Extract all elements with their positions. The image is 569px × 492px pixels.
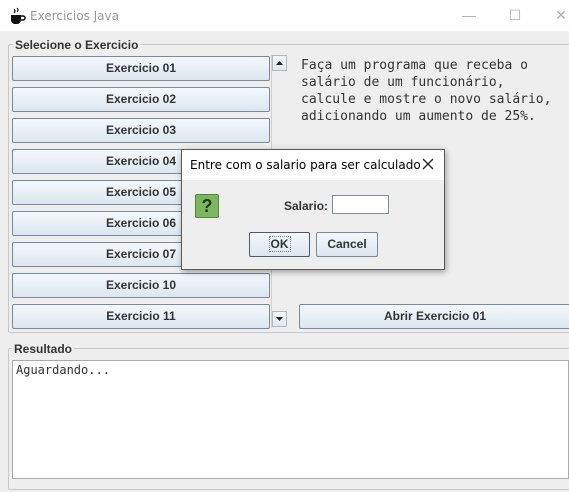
java-cup-icon bbox=[11, 7, 26, 24]
title-bar: Exercicios Java — ☐ ✕ bbox=[0, 0, 569, 31]
close-icon: ✕ bbox=[555, 7, 567, 23]
dialog-title: Entre com o salario para ser calculado bbox=[190, 158, 421, 172]
exercise-group-title: Selecione o Exercicio bbox=[13, 38, 141, 52]
question-icon: ? bbox=[195, 194, 219, 218]
exercise-11-button[interactable]: Exercicio 11 bbox=[12, 304, 270, 329]
scroll-up-button[interactable] bbox=[272, 55, 287, 71]
exercise-02-button[interactable]: Exercicio 02 bbox=[12, 87, 270, 112]
cancel-button[interactable]: Cancel bbox=[316, 232, 378, 257]
dialog-close-button[interactable] bbox=[418, 154, 438, 174]
open-exercise-button[interactable]: Abrir Exercicio 01 bbox=[299, 304, 569, 329]
ok-button[interactable]: OK bbox=[249, 232, 310, 257]
ok-button-label: OK bbox=[268, 236, 291, 252]
arrow-down-icon bbox=[276, 317, 283, 321]
minimize-button[interactable]: — bbox=[446, 0, 492, 31]
dialog-title-bar: Entre com o salario para ser calculado bbox=[182, 150, 444, 180]
exercise-10-button[interactable]: Exercicio 10 bbox=[12, 273, 270, 298]
salary-label: Salario: bbox=[284, 199, 329, 213]
maximize-icon: ☐ bbox=[508, 7, 522, 23]
salary-input-dialog: Entre com o salario para ser calculado ?… bbox=[181, 149, 445, 270]
maximize-button[interactable]: ☐ bbox=[492, 0, 538, 31]
arrow-up-icon bbox=[276, 61, 283, 65]
exercise-description: Faça um programa que receba o salário de… bbox=[301, 58, 552, 124]
result-group-title: Resultado bbox=[12, 342, 75, 356]
exercise-03-button[interactable]: Exercicio 03 bbox=[12, 118, 270, 143]
close-icon bbox=[422, 158, 434, 170]
exercise-01-button[interactable]: Exercicio 01 bbox=[12, 56, 270, 81]
window-title: Exercicios Java bbox=[30, 9, 119, 23]
minimize-icon: — bbox=[462, 7, 476, 23]
salary-input[interactable] bbox=[332, 195, 389, 214]
result-textarea[interactable]: Aguardando... bbox=[12, 360, 569, 479]
scroll-down-button[interactable] bbox=[272, 311, 287, 327]
close-window-button[interactable]: ✕ bbox=[538, 0, 569, 31]
